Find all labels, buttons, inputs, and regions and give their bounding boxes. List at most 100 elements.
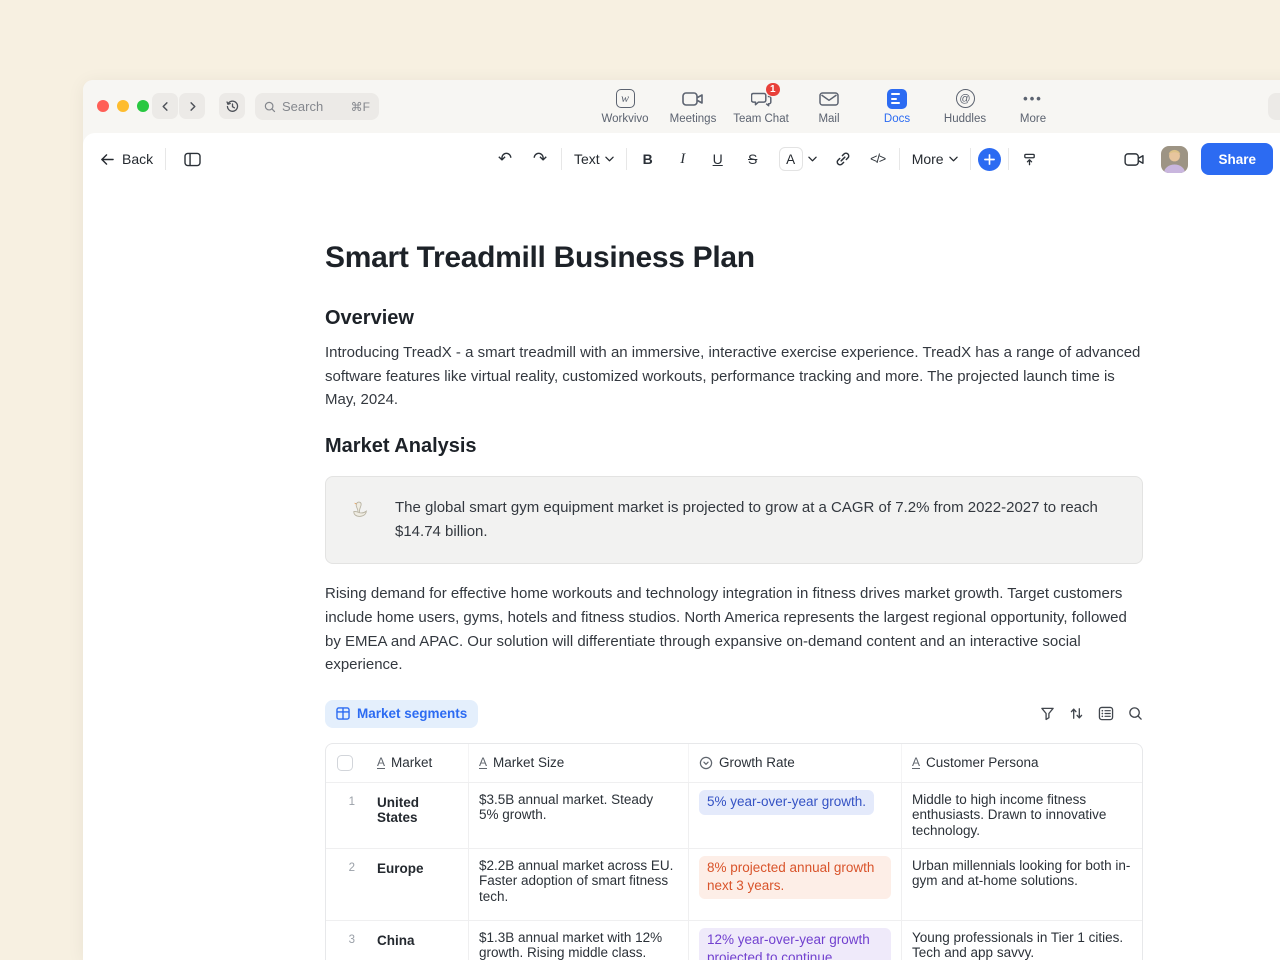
- doc-panel: Back ↶ ↷ Text B I U S: [83, 133, 1280, 960]
- search-icon[interactable]: [1128, 706, 1143, 721]
- nav-item-huddles[interactable]: @ Huddles: [931, 88, 999, 125]
- start-meeting-button[interactable]: [1120, 145, 1148, 173]
- nav-label: Docs: [884, 113, 910, 125]
- swan-emoji: [349, 496, 370, 544]
- insert-plus-button[interactable]: [978, 148, 1001, 171]
- table-row[interactable]: 3 China $1.3B annual market with 12% gro…: [326, 920, 1142, 960]
- arrow-left-icon: [100, 153, 115, 166]
- search-shortcut: ⌘F: [351, 100, 370, 114]
- customer-persona-cell[interactable]: Middle to high income fitness enthusiast…: [901, 783, 1143, 848]
- redo-button[interactable]: ↷: [526, 145, 554, 173]
- growth-tag: 12% year-over-year growth projected to c…: [699, 928, 891, 960]
- overview-paragraph[interactable]: Introducing TreadX - a smart treadmill w…: [325, 341, 1143, 412]
- back-nav-button[interactable]: [152, 93, 178, 119]
- text-type-icon: A: [912, 756, 920, 769]
- zoom-window-button[interactable]: [137, 100, 149, 112]
- history-button[interactable]: [219, 93, 245, 119]
- document-icon: [887, 89, 907, 109]
- format-pin-button[interactable]: [1016, 145, 1044, 173]
- table-row[interactable]: 1 United States $3.5B annual market. Ste…: [326, 782, 1142, 848]
- strikethrough-button[interactable]: S: [739, 145, 767, 173]
- overview-heading[interactable]: Overview: [325, 307, 1143, 330]
- doc-toolbar: Back ↶ ↷ Text B I U S: [83, 133, 1280, 185]
- titlebar-cutoff-button[interactable]: [1268, 93, 1280, 120]
- chat-bubbles-icon: 1: [751, 88, 772, 109]
- divider: [561, 148, 562, 170]
- growth-tag: 5% year-over-year growth.: [699, 790, 874, 815]
- market-size-cell[interactable]: $2.2B annual market across EU. Faster ad…: [468, 849, 688, 920]
- customer-persona-cell[interactable]: Urban millennials looking for both in-gy…: [901, 849, 1143, 920]
- divider: [970, 148, 971, 170]
- code-button[interactable]: </>: [864, 145, 892, 173]
- nav-label: Huddles: [944, 113, 986, 125]
- customer-persona-cell[interactable]: Young professionals in Tier 1 cities. Te…: [901, 921, 1143, 960]
- chevron-left-icon: [160, 101, 171, 112]
- titlebar: Search ⌘F w Workvivo Meetings 1 Team Cha…: [83, 80, 1280, 133]
- chevron-down-icon: [808, 156, 817, 162]
- chevron-down-icon: [605, 156, 614, 162]
- video-camera-icon: [1124, 152, 1145, 167]
- market-analysis-heading[interactable]: Market Analysis: [325, 435, 1143, 458]
- nav-label: Mail: [818, 113, 839, 125]
- divider: [1008, 148, 1009, 170]
- text-type-icon: A: [479, 756, 487, 769]
- sort-icon[interactable]: [1069, 706, 1084, 721]
- underline-button[interactable]: U: [704, 145, 732, 173]
- link-button[interactable]: [829, 145, 857, 173]
- board-view-icon[interactable]: [1098, 706, 1114, 721]
- forward-nav-button[interactable]: [179, 93, 205, 119]
- filter-icon[interactable]: [1040, 706, 1055, 721]
- select-type-icon: [699, 756, 713, 770]
- growth-rate-cell[interactable]: 8% projected annual growth next 3 years.: [688, 849, 901, 920]
- callout-block[interactable]: The global smart gym equipment market is…: [325, 476, 1143, 564]
- market-cell[interactable]: China: [367, 921, 468, 960]
- callout-text: The global smart gym equipment market is…: [395, 496, 1122, 544]
- market-paragraph[interactable]: Rising demand for effective home workout…: [325, 582, 1143, 677]
- column-header-customer-persona[interactable]: ACustomer Persona: [901, 744, 1143, 782]
- growth-rate-cell[interactable]: 5% year-over-year growth.: [688, 783, 901, 848]
- column-header-growth-rate[interactable]: Growth Rate: [688, 744, 901, 782]
- column-header-market-size[interactable]: AMarket Size: [468, 744, 688, 782]
- table-tab-market-segments[interactable]: Market segments: [325, 700, 478, 728]
- market-cell[interactable]: Europe: [367, 849, 468, 920]
- nav-label: Workvivo: [601, 113, 648, 125]
- close-window-button[interactable]: [97, 100, 109, 112]
- nav-item-more[interactable]: ••• More: [999, 88, 1067, 125]
- app-window: Search ⌘F w Workvivo Meetings 1 Team Cha…: [83, 80, 1280, 960]
- doc-title[interactable]: Smart Treadmill Business Plan: [325, 240, 1143, 276]
- text-style-dropdown[interactable]: Text: [569, 151, 619, 167]
- text-type-icon: A: [377, 756, 385, 769]
- text-color-dropdown[interactable]: A: [774, 147, 822, 171]
- column-header-market[interactable]: AMarket: [367, 744, 468, 782]
- bold-button[interactable]: B: [634, 145, 662, 173]
- divider: [165, 148, 166, 170]
- nav-item-meetings[interactable]: Meetings: [659, 88, 727, 125]
- nav-item-workvivo[interactable]: w Workvivo: [591, 88, 659, 125]
- envelope-icon: [819, 88, 839, 109]
- workvivo-icon: w: [616, 89, 635, 108]
- share-button[interactable]: Share: [1201, 143, 1273, 175]
- row-number: 1: [326, 783, 367, 848]
- table-row[interactable]: 2 Europe $2.2B annual market across EU. …: [326, 848, 1142, 920]
- user-avatar[interactable]: [1161, 146, 1188, 173]
- growth-rate-cell[interactable]: 12% year-over-year growth projected to c…: [688, 921, 901, 960]
- sidebar-toggle-icon[interactable]: [178, 145, 206, 173]
- italic-button[interactable]: I: [669, 145, 697, 173]
- nav-label: Team Chat: [733, 113, 789, 125]
- text-style-label: Text: [574, 151, 600, 167]
- undo-button[interactable]: ↶: [491, 145, 519, 173]
- more-dropdown[interactable]: More: [907, 151, 963, 167]
- more-label: More: [912, 151, 944, 167]
- market-size-cell[interactable]: $3.5B annual market. Steady 5% growth.: [468, 783, 688, 848]
- chevron-right-icon: [187, 101, 198, 112]
- back-button[interactable]: Back: [100, 151, 153, 167]
- nav-label: More: [1020, 113, 1046, 125]
- nav-item-docs[interactable]: Docs: [863, 88, 931, 125]
- market-cell[interactable]: United States: [367, 783, 468, 848]
- global-search-input[interactable]: Search ⌘F: [255, 93, 379, 120]
- nav-item-mail[interactable]: Mail: [795, 88, 863, 125]
- select-all-checkbox[interactable]: [337, 755, 353, 771]
- minimize-window-button[interactable]: [117, 100, 129, 112]
- market-size-cell[interactable]: $1.3B annual market with 12% growth. Ris…: [468, 921, 688, 960]
- nav-item-team-chat[interactable]: 1 Team Chat: [727, 88, 795, 125]
